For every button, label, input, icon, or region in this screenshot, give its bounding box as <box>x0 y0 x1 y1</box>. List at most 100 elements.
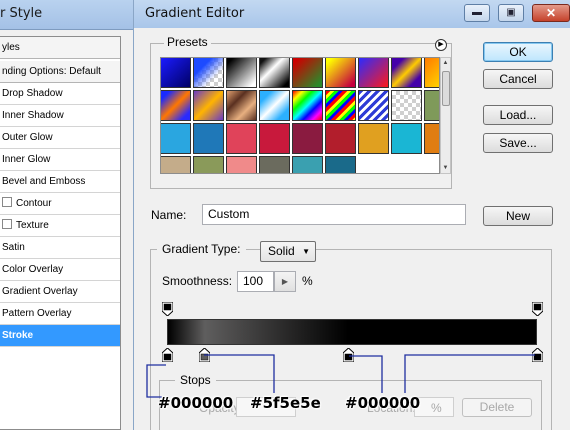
effect-row-contour[interactable]: Contour <box>0 193 120 215</box>
effect-label: Outer Glow <box>2 132 53 143</box>
color-stop[interactable] <box>342 348 354 362</box>
preset-swatch[interactable] <box>259 90 290 121</box>
minimize-button[interactable]: ▬ <box>464 4 490 22</box>
effect-row-color-overlay[interactable]: Color Overlay <box>0 259 120 281</box>
presets-menu-arrow-icon[interactable]: ▶ <box>435 39 447 51</box>
color-stop[interactable] <box>161 348 173 362</box>
annotation-hex-3: #000000 <box>345 394 421 412</box>
preset-swatch[interactable] <box>226 123 257 154</box>
effect-row-texture[interactable]: Texture <box>0 215 120 237</box>
presets-scrollbar[interactable]: ▲ ▼ <box>440 57 451 174</box>
cancel-button[interactable]: Cancel <box>483 69 553 89</box>
effect-row-bevel-and-emboss[interactable]: Bevel and Emboss <box>0 171 120 193</box>
preset-swatch[interactable] <box>292 90 323 121</box>
preset-swatch[interactable] <box>193 90 224 121</box>
preset-swatch[interactable] <box>259 156 290 173</box>
name-field[interactable]: Custom <box>202 204 466 225</box>
preset-swatch[interactable] <box>424 90 439 121</box>
preset-swatch[interactable] <box>325 90 356 121</box>
preset-swatch[interactable] <box>226 156 257 173</box>
effect-row-drop-shadow[interactable]: Drop Shadow <box>0 83 120 105</box>
load-button[interactable]: Load... <box>483 105 553 125</box>
stops-label: Stops <box>175 373 216 387</box>
smoothness-field[interactable]: 100 <box>237 271 274 292</box>
effect-label: Satin <box>2 242 25 253</box>
gradient-type-label: Gradient Type: <box>157 242 246 256</box>
preset-swatch[interactable] <box>193 123 224 154</box>
opacity-stop[interactable] <box>531 302 543 316</box>
preset-swatch[interactable] <box>424 123 439 154</box>
preset-swatch[interactable] <box>193 156 224 173</box>
effect-row-gradient-overlay[interactable]: Gradient Overlay <box>0 281 120 303</box>
effect-row-stroke[interactable]: Stroke <box>0 325 120 347</box>
preset-swatch[interactable] <box>358 123 389 154</box>
layer-style-window: r Style yles nding Options: Default Drop… <box>0 0 150 430</box>
color-stop[interactable] <box>531 348 543 362</box>
effect-label: Color Overlay <box>2 264 64 275</box>
preset-swatch[interactable] <box>161 90 191 121</box>
preset-swatch[interactable] <box>193 58 224 88</box>
effect-label: Texture <box>16 220 49 231</box>
blending-options-row[interactable]: nding Options: Default <box>0 61 120 83</box>
preset-swatch[interactable] <box>226 58 257 88</box>
layer-style-title: r Style <box>0 6 43 21</box>
preset-swatch[interactable] <box>325 58 356 88</box>
annotation-hex-2: #5f5e5e <box>250 394 321 412</box>
effect-row-satin[interactable]: Satin <box>0 237 120 259</box>
close-button[interactable]: ✕ <box>532 4 570 22</box>
effect-label: Inner Shadow <box>2 110 64 121</box>
preset-swatch[interactable] <box>292 156 323 173</box>
layer-style-titlebar: r Style <box>0 0 150 30</box>
effect-label: Bevel and Emboss <box>2 176 86 187</box>
preset-swatch[interactable] <box>391 58 422 88</box>
save-button[interactable]: Save... <box>483 133 553 153</box>
ok-button[interactable]: OK <box>483 42 553 62</box>
delete-button[interactable]: Delete <box>462 398 532 417</box>
effect-label: Contour <box>16 198 52 209</box>
preset-swatch[interactable] <box>325 123 356 154</box>
effect-label: Inner Glow <box>2 154 51 165</box>
effect-row-inner-shadow[interactable]: Inner Shadow <box>0 105 120 127</box>
effect-row-pattern-overlay[interactable]: Pattern Overlay <box>0 303 120 325</box>
scroll-thumb[interactable] <box>442 71 450 106</box>
gradient-type-select[interactable]: Solid ▼ <box>260 241 316 262</box>
scroll-up-arrow-icon[interactable]: ▲ <box>441 58 450 68</box>
smoothness-stepper-arrow-icon[interactable]: ▶ <box>274 271 296 292</box>
effect-checkbox[interactable] <box>2 219 12 229</box>
maximize-button[interactable]: ▣ <box>498 4 524 22</box>
preset-swatch[interactable] <box>358 58 389 88</box>
gradient-editor-titlebar: Gradient Editor ▬ ▣ ✕ <box>134 0 570 28</box>
preset-swatch[interactable] <box>259 58 290 88</box>
scroll-down-arrow-icon[interactable]: ▼ <box>441 163 450 173</box>
gradient-preview-bar[interactable] <box>167 319 537 345</box>
window-title: Gradient Editor <box>145 6 245 21</box>
styles-header-row[interactable]: yles <box>0 37 120 59</box>
presets-swatch-grid <box>160 57 440 174</box>
preset-swatch[interactable] <box>259 123 290 154</box>
annotation-hex-1: #000000 <box>158 394 234 412</box>
preset-swatch[interactable] <box>161 58 191 88</box>
preset-swatch[interactable] <box>161 123 191 154</box>
gradient-editor-window: Gradient Editor ▬ ▣ ✕ Presets ▶ ▲ ▼ OK C… <box>133 0 570 430</box>
opacity-stop[interactable] <box>161 302 173 316</box>
effect-checkbox[interactable] <box>2 197 12 207</box>
name-label: Name: <box>151 208 187 222</box>
color-stop[interactable] <box>198 348 210 362</box>
gradient-type-value: Solid <box>268 244 295 258</box>
effect-label: Drop Shadow <box>2 88 63 99</box>
presets-label: Presets <box>164 35 211 49</box>
preset-swatch[interactable] <box>292 58 323 88</box>
preset-swatch[interactable] <box>325 156 356 173</box>
preset-swatch[interactable] <box>292 123 323 154</box>
preset-swatch[interactable] <box>226 90 257 121</box>
new-button[interactable]: New <box>483 206 553 226</box>
preset-swatch[interactable] <box>358 90 389 121</box>
preset-swatch[interactable] <box>391 90 422 121</box>
location-percent: % <box>431 401 442 415</box>
preset-swatch[interactable] <box>161 156 191 173</box>
smoothness-label: Smoothness: <box>162 274 233 288</box>
effect-row-inner-glow[interactable]: Inner Glow <box>0 149 120 171</box>
effect-row-outer-glow[interactable]: Outer Glow <box>0 127 120 149</box>
preset-swatch[interactable] <box>424 58 439 88</box>
preset-swatch[interactable] <box>391 123 422 154</box>
